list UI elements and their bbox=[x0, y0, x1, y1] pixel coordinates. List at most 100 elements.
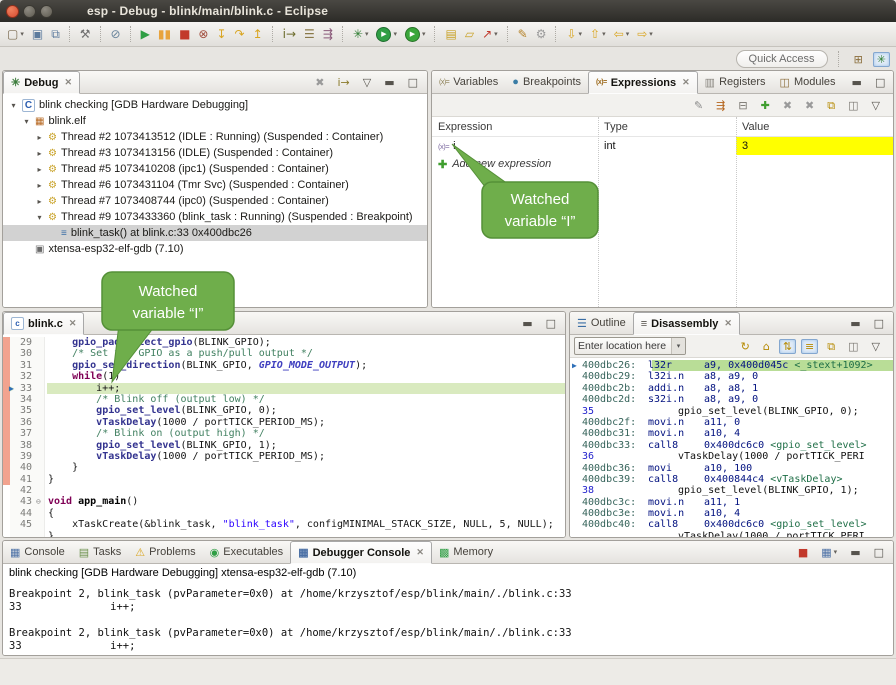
collapse-all-icon[interactable]: ⊟ bbox=[734, 98, 751, 113]
step-over-button[interactable]: ↷ bbox=[232, 26, 248, 42]
build-button[interactable]: ⚒ bbox=[77, 26, 94, 42]
column-header-expression[interactable]: Expression bbox=[432, 121, 598, 133]
debug-perspective-button[interactable]: ✳ bbox=[873, 52, 890, 67]
code-line[interactable]: } bbox=[3, 531, 565, 538]
maximize-icon[interactable]: □ bbox=[871, 75, 889, 90]
show-source-icon[interactable]: ≡ bbox=[801, 339, 818, 354]
open-perspective-button[interactable]: ⊞ bbox=[850, 52, 867, 67]
skip-all-breakpoints-button[interactable]: ⊘ bbox=[108, 26, 124, 42]
disassembly-line[interactable]: 400dbc2b:addi.na8, a8, 1 bbox=[570, 383, 893, 394]
close-tab-icon[interactable]: ✕ bbox=[682, 77, 690, 88]
code-line[interactable]: 34 /* Blink off (output low) */ bbox=[3, 394, 565, 405]
go-to-annotation-button[interactable]: ⇧▾ bbox=[587, 26, 609, 42]
external-tools-button[interactable]: ▶▾ bbox=[402, 25, 429, 44]
tab-breakpoints[interactable]: ●Breakpoints bbox=[505, 71, 588, 93]
maximize-icon[interactable]: □ bbox=[870, 316, 888, 331]
tab-expressions[interactable]: (x)=Expressions✕ bbox=[588, 71, 698, 94]
new-wizard-button[interactable]: ▢▾ bbox=[4, 26, 27, 42]
view-menu-icon[interactable]: ▽ bbox=[868, 98, 884, 113]
code-line[interactable]: 36 vTaskDelay(1000 / portTICK_PERIOD_MS)… bbox=[3, 417, 565, 428]
disassembly-line[interactable]: 400dbc39:call80x400844c4 <vTaskDelay> bbox=[570, 474, 893, 485]
view-menu-icon[interactable]: ▽ bbox=[359, 75, 375, 90]
dropdown-arrow-icon[interactable]: ▾ bbox=[422, 30, 426, 38]
back-button[interactable]: ⇦▾ bbox=[611, 26, 633, 42]
disassembly-line[interactable]: ▶400dbc26:l32ra9, 0x400d045c <_stext+109… bbox=[570, 360, 893, 371]
tree-expander-icon[interactable]: ▸ bbox=[35, 133, 44, 142]
debug-tree-item[interactable]: ▸⚙Thread #2 1073413512 (IDLE : Running) … bbox=[3, 129, 427, 145]
remove-expression-icon[interactable]: ✖ bbox=[779, 98, 796, 113]
view-menu-icon[interactable]: ▽ bbox=[868, 339, 884, 354]
disassembly-line[interactable]: 400dbc31:movi.na10, 4 bbox=[570, 428, 893, 439]
tab-problems[interactable]: ⚠Problems bbox=[128, 541, 202, 563]
debug-tree-item[interactable]: ▾⚙Thread #9 1073433360 (blink_task : Run… bbox=[3, 209, 427, 225]
tab-console[interactable]: ▦Console bbox=[3, 541, 72, 563]
disassembly-line[interactable]: 400dbc2f:movi.na11, 0 bbox=[570, 417, 893, 428]
refresh-icon[interactable]: ↻ bbox=[737, 339, 754, 354]
edit-step-filters-button[interactable]: ⇶ bbox=[320, 26, 336, 42]
dropdown-arrow-icon[interactable]: ▾ bbox=[20, 30, 24, 38]
tree-expander-icon[interactable]: ▸ bbox=[35, 181, 44, 190]
column-header-value[interactable]: Value bbox=[736, 121, 893, 133]
location-combo[interactable]: Enter location here ▾ bbox=[574, 337, 686, 355]
step-into-button[interactable]: ↧ bbox=[213, 26, 229, 42]
code-line[interactable]: 38 gpio_set_level(BLINK_GPIO, 1); bbox=[3, 440, 565, 451]
tree-expander-icon[interactable]: ▾ bbox=[35, 213, 44, 222]
build-settings-button[interactable]: ⚙ bbox=[533, 26, 550, 42]
maximize-icon[interactable]: □ bbox=[870, 545, 888, 560]
pin-view-icon[interactable]: ◫ bbox=[844, 339, 862, 354]
suspend-button[interactable]: ▮▮ bbox=[155, 26, 174, 42]
sync-with-context-icon[interactable]: ⇅ bbox=[779, 339, 796, 354]
console-output[interactable]: blink checking [GDB Hardware Debugging] … bbox=[3, 564, 893, 655]
step-return-button[interactable]: ↥ bbox=[250, 26, 266, 42]
disconnect-button[interactable]: ⊗ bbox=[195, 26, 211, 42]
code-line[interactable]: 37 /* Blink on (output high) */ bbox=[3, 428, 565, 439]
tab-outline[interactable]: ☰Outline bbox=[570, 312, 633, 334]
show-view-management-button[interactable]: ☰ bbox=[301, 26, 318, 42]
debug-tree-item[interactable]: ▣xtensa-esp32-elf-gdb (7.10) bbox=[3, 241, 427, 257]
fold-collapse-icon[interactable]: ⊖ bbox=[36, 496, 45, 507]
show-logical-structures-icon[interactable]: ⇶ bbox=[712, 98, 729, 113]
code-line[interactable]: 42 bbox=[3, 485, 565, 496]
dropdown-arrow-icon[interactable]: ▾ bbox=[649, 30, 653, 38]
save-all-button[interactable]: ⧉ bbox=[48, 26, 63, 42]
disassembly-line[interactable]: 400dbc2d:s32i.na8, a9, 0 bbox=[570, 394, 893, 405]
debug-button[interactable]: ✳▾ bbox=[350, 26, 372, 42]
minimize-icon[interactable]: ▬ bbox=[848, 75, 866, 90]
dropdown-arrow-icon[interactable]: ▾ bbox=[626, 30, 630, 38]
code-line[interactable]: 35 gpio_set_level(BLINK_GPIO, 0); bbox=[3, 405, 565, 416]
disassembly-line[interactable]: 400dbc29:l32i.na8, a9, 0 bbox=[570, 371, 893, 382]
tab-modules[interactable]: ◫Modules bbox=[773, 71, 843, 93]
debug-tree-item[interactable]: ▸⚙Thread #6 1073431104 (Tmr Svc) (Suspen… bbox=[3, 177, 427, 193]
disassembly-line[interactable]: 400dbc36:movia10, 100 bbox=[570, 463, 893, 474]
tab-disassembly[interactable]: ≡Disassembly✕ bbox=[633, 312, 740, 335]
dropdown-arrow-icon[interactable]: ▾ bbox=[579, 30, 583, 38]
dropdown-arrow-icon[interactable]: ▾ bbox=[602, 30, 606, 38]
home-icon[interactable]: ⌂ bbox=[759, 339, 774, 354]
debug-tree-item[interactable]: ▸⚙Thread #7 1073408744 (ipc0) (Suspended… bbox=[3, 193, 427, 209]
tab-blink-c[interactable]: cblink.c✕ bbox=[3, 312, 84, 335]
maximize-icon[interactable]: □ bbox=[542, 316, 560, 331]
code-line[interactable]: 45 xTaskCreate(&blink_task, "blink_task"… bbox=[3, 519, 565, 530]
tab-registers[interactable]: ▥Registers bbox=[698, 71, 773, 93]
open-new-view-icon[interactable]: ⧉ bbox=[823, 98, 839, 113]
maximize-icon[interactable]: □ bbox=[404, 75, 422, 90]
disassembly-line[interactable]: 400dbc3e:movi.na10, 4 bbox=[570, 508, 893, 519]
paintbrush-button[interactable]: ✎ bbox=[515, 26, 531, 42]
close-button[interactable] bbox=[6, 5, 19, 18]
tab-executables[interactable]: ◉Executables bbox=[203, 541, 291, 563]
tree-expander-icon[interactable]: ▸ bbox=[35, 149, 44, 158]
tab-tasks[interactable]: ▤Tasks bbox=[72, 541, 129, 563]
pin-view-icon[interactable]: ◫ bbox=[844, 98, 862, 113]
close-tab-icon[interactable]: ✕ bbox=[724, 318, 732, 329]
terminate-button[interactable]: ■ bbox=[176, 26, 193, 42]
maximize-button[interactable] bbox=[40, 5, 53, 18]
instruction-stepping-button[interactable]: i→ bbox=[280, 26, 299, 42]
debug-tree-item[interactable]: ≡blink_task() at blink.c:33 0x400dbc26 bbox=[3, 225, 427, 241]
add-expression-icon[interactable]: ✚ bbox=[757, 98, 774, 113]
debug-tree-item[interactable]: ▾Cblink checking [GDB Hardware Debugging… bbox=[3, 97, 427, 113]
code-line[interactable]: 41} bbox=[3, 474, 565, 485]
combo-dropdown-icon[interactable]: ▾ bbox=[671, 338, 685, 354]
tab-debugger-console[interactable]: ▦Debugger Console✕ bbox=[290, 541, 432, 564]
dropdown-arrow-icon[interactable]: ▾ bbox=[834, 548, 838, 556]
debug-tree-item[interactable]: ▸⚙Thread #5 1073410208 (ipc1) (Suspended… bbox=[3, 161, 427, 177]
